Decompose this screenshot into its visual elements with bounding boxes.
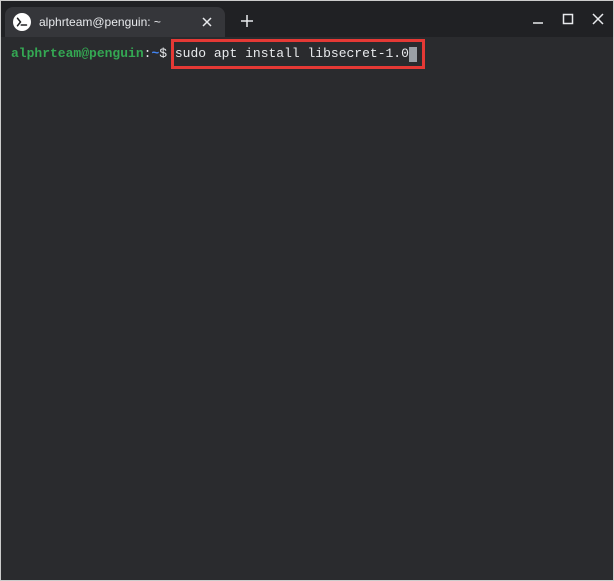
tab-close-button[interactable] (199, 14, 215, 30)
cursor (409, 47, 417, 62)
terminal-body[interactable]: alphrteam@penguin:~$ sudo apt install li… (1, 37, 613, 580)
prompt-path: ~ (151, 45, 159, 63)
terminal-window: alphrteam@penguin: ~ alphrteam@penguin:~… (0, 0, 614, 581)
prompt-line: alphrteam@penguin:~$ sudo apt install li… (11, 45, 603, 63)
tab-active[interactable]: alphrteam@penguin: ~ (5, 7, 225, 37)
window-controls (529, 1, 607, 37)
prompt-userhost: alphrteam@penguin (11, 45, 144, 63)
command-text: sudo apt install libsecret-1.0 (175, 45, 409, 63)
command-highlighted: sudo apt install libsecret-1.0 (175, 45, 417, 63)
terminal-icon (13, 13, 31, 31)
tab-title: alphrteam@penguin: ~ (39, 15, 191, 29)
new-tab-button[interactable] (233, 7, 261, 35)
titlebar: alphrteam@penguin: ~ (1, 1, 613, 37)
close-button[interactable] (589, 10, 607, 28)
prompt-symbol: $ (159, 45, 167, 63)
minimize-button[interactable] (529, 10, 547, 28)
prompt-separator: : (144, 45, 152, 63)
maximize-button[interactable] (559, 10, 577, 28)
